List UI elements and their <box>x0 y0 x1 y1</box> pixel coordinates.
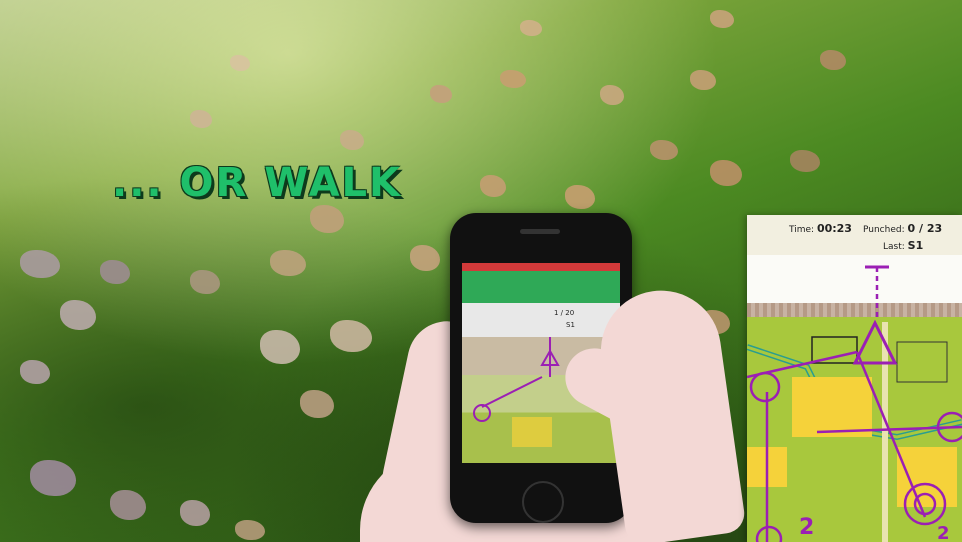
phone-last-value: S1 <box>566 321 575 329</box>
caption-text: ... OR WALK <box>112 160 403 206</box>
control-number-1: 2 <box>799 515 815 540</box>
start-triangle-icon <box>852 319 898 365</box>
inset-course-start <box>865 265 889 317</box>
phone-green-banner <box>462 271 620 303</box>
inset-orienteering-map[interactable]: 2 2 <box>747 265 962 542</box>
phone-home-button[interactable] <box>522 481 564 523</box>
control-number-2: 2 <box>937 523 950 542</box>
phone-punched-value: 1 / 20 <box>554 309 575 317</box>
phone-info-panel: 1 / 20 S1 <box>462 303 620 337</box>
video-frame: ... OR WALK 1 / 20 S1 Time: 00:23 Punche… <box>0 0 962 542</box>
phone-status-bar <box>462 263 620 271</box>
phone-speaker <box>520 229 560 234</box>
map-app-inset: Time: 00:23 Punched: 0 / 23 Last: S1 2 2 <box>747 215 962 542</box>
